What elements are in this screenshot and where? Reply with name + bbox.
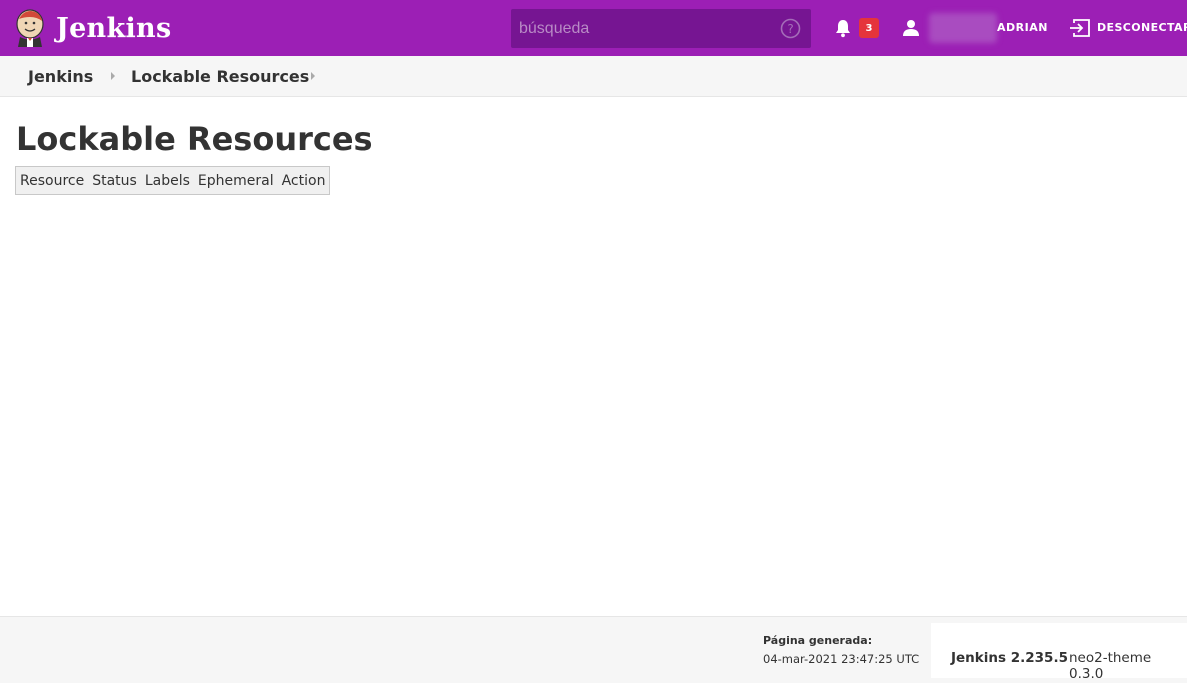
svg-text:?: ? (787, 22, 793, 36)
jenkins-logo-icon (16, 9, 44, 47)
column-header-ephemeral: Ephemeral (197, 173, 274, 189)
bell-icon[interactable] (833, 18, 853, 38)
column-header-status: Status (92, 173, 137, 189)
app-name: Jenkins (56, 12, 172, 44)
jenkins-version-link[interactable]: Jenkins 2.235.5 (951, 650, 1068, 666)
breadcrumb-item-lockable-resources[interactable]: Lockable Resources (131, 67, 309, 86)
user-name-link[interactable]: ADRIAN (997, 21, 1048, 34)
column-header-labels: Labels (144, 173, 190, 189)
page-title: Lockable Resources (16, 120, 373, 158)
column-header-resource: Resource (20, 173, 85, 189)
breadcrumb: Jenkins Lockable Resources (0, 56, 1187, 97)
breadcrumb-chevron-icon[interactable] (111, 72, 115, 80)
theme-version-link[interactable]: neo2-theme 0.3.0 (1069, 650, 1187, 682)
logout-link[interactable]: DESCONECTAR (1097, 21, 1187, 34)
help-icon[interactable]: ? (780, 18, 801, 39)
table-header-row: Resource Status Labels Ephemeral Action (16, 167, 330, 195)
search-box: ? (511, 9, 811, 48)
resources-table: Resource Status Labels Ephemeral Action (15, 166, 331, 195)
user-avatar-blurred (929, 13, 997, 43)
user-icon[interactable] (901, 18, 921, 38)
logout-icon[interactable] (1069, 18, 1091, 38)
breadcrumb-item-jenkins[interactable]: Jenkins (28, 67, 93, 86)
page-footer: Página generada: 04-mar-2021 23:47:25 UT… (0, 616, 1187, 683)
breadcrumb-chevron-icon[interactable] (311, 72, 315, 80)
home-link[interactable]: Jenkins (14, 9, 171, 47)
search-input[interactable] (511, 9, 771, 48)
column-header-action: Action (281, 173, 326, 189)
notification-badge[interactable]: 3 (859, 18, 879, 38)
page-generated-label: Página generada: (763, 634, 873, 647)
page-generated-date: 04-mar-2021 23:47:25 UTC (763, 652, 920, 666)
version-box: Jenkins 2.235.5 neo2-theme 0.3.0 (931, 623, 1187, 682)
top-header: Jenkins ? 3 ADRIAN DESCONECTAR (0, 0, 1187, 56)
